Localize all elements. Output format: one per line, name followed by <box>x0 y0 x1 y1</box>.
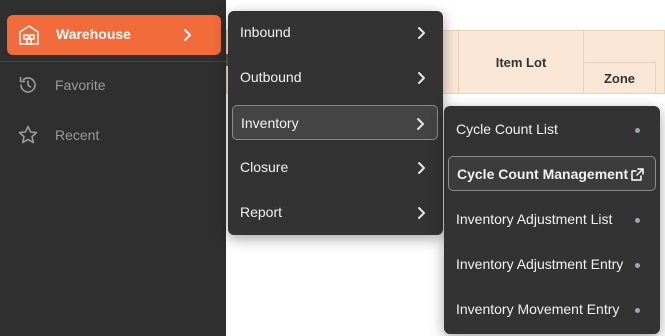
dot-indicator-icon <box>635 128 640 133</box>
menu-item-label: Inbound <box>240 24 291 40</box>
submenu-item-label: Inventory Movement Entry <box>456 301 620 317</box>
sidebar-item-warehouse[interactable]: Warehouse <box>7 15 221 55</box>
dot-indicator-icon <box>635 263 640 268</box>
submenu-item-cycle-count-management[interactable]: Cycle Count Management <box>448 156 656 191</box>
menu-item-label: Inventory <box>241 115 299 131</box>
sidebar-item-label: Warehouse <box>56 26 131 42</box>
submenu-item-inventory-movement-entry[interactable]: Inventory Movement Entry <box>448 292 656 327</box>
sidebar-item-label: Recent <box>55 127 100 143</box>
chevron-right-icon <box>179 26 195 44</box>
menu-item-outbound[interactable]: Outbound <box>232 60 438 95</box>
chevron-right-icon <box>413 116 427 132</box>
sidebar-divider <box>0 61 226 62</box>
submenu-item-inventory-adjustment-list[interactable]: Inventory Adjustment List <box>448 202 656 237</box>
menu-item-label: Report <box>240 204 283 220</box>
sidebar-item-favorite[interactable]: Favorite <box>7 65 221 105</box>
menu-item-report[interactable]: Report <box>232 195 438 230</box>
sidebar: Warehouse Favorite Recent <box>0 0 226 336</box>
inventory-submenu: Cycle Count List Cycle Count Management … <box>444 106 660 334</box>
menu-item-label: Outbound <box>240 69 302 85</box>
sidebar-item-label: Favorite <box>55 77 106 93</box>
submenu-item-label: Inventory Adjustment List <box>456 211 613 227</box>
warehouse-menu: Inbound Outbound Inventory Closure Repor… <box>228 11 443 235</box>
sidebar-item-recent[interactable]: Recent <box>7 115 221 155</box>
submenu-item-label: Cycle Count List <box>456 121 558 137</box>
chevron-right-icon <box>414 70 428 86</box>
menu-item-closure[interactable]: Closure <box>232 150 438 185</box>
chevron-right-icon <box>414 205 428 221</box>
submenu-item-inventory-adjustment-entry[interactable]: Inventory Adjustment Entry <box>448 247 656 282</box>
submenu-item-label: Inventory Adjustment Entry <box>456 256 624 272</box>
chevron-right-icon <box>414 160 428 176</box>
menu-item-inbound[interactable]: Inbound <box>232 15 438 50</box>
chevron-right-icon <box>414 25 428 41</box>
submenu-item-cycle-count-list[interactable]: Cycle Count List <box>448 112 656 147</box>
submenu-item-label: Cycle Count Management <box>457 166 629 182</box>
warehouse-icon <box>17 23 41 47</box>
dot-indicator-icon <box>635 218 640 223</box>
history-icon <box>17 74 39 96</box>
column-header-zone[interactable]: Zone <box>584 62 656 94</box>
menu-item-inventory[interactable]: Inventory <box>232 105 438 140</box>
star-icon <box>17 124 39 146</box>
external-link-icon <box>630 167 645 182</box>
dot-indicator-icon <box>635 308 640 313</box>
menu-item-label: Closure <box>240 159 289 175</box>
column-header-item-lot[interactable]: Item Lot <box>458 30 584 94</box>
